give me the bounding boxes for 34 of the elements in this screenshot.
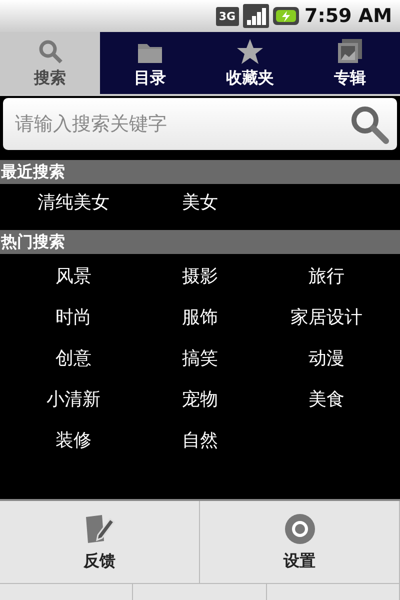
star-icon xyxy=(236,38,264,66)
search-term[interactable]: 宠物 xyxy=(147,387,253,413)
search-term[interactable]: 美食 xyxy=(253,387,400,413)
search-term[interactable]: 时尚 xyxy=(0,305,147,331)
search-field[interactable]: 请输入搜索关键字 xyxy=(3,98,397,150)
search-icon xyxy=(349,104,389,144)
search-term[interactable]: 旅行 xyxy=(253,264,400,290)
tab[interactable]: 收藏夹 xyxy=(200,32,300,94)
tab[interactable]: 专辑 xyxy=(300,32,400,94)
tab[interactable]: 目录 xyxy=(100,32,200,94)
menu-item[interactable]: 设置 xyxy=(200,501,400,583)
album-icon xyxy=(336,38,364,66)
battery-icon xyxy=(272,7,298,25)
search-term[interactable]: 清纯美女 xyxy=(0,190,147,216)
settings-icon xyxy=(284,512,316,544)
search-term[interactable]: 摄影 xyxy=(147,264,253,290)
menu-item[interactable]: 反馈 xyxy=(0,501,200,583)
search-term[interactable]: 创意 xyxy=(0,346,147,372)
tab[interactable]: 搜索 xyxy=(0,32,100,94)
section-header: 最近搜索 xyxy=(0,160,400,184)
signal-icon xyxy=(242,4,268,28)
section-header: 热门搜索 xyxy=(0,230,400,254)
search-term[interactable]: 动漫 xyxy=(253,346,400,372)
search-term[interactable]: 风景 xyxy=(0,264,147,290)
search-term[interactable]: 装修 xyxy=(0,428,147,454)
search-term[interactable]: 自然 xyxy=(147,428,253,454)
network-type: 3G xyxy=(216,6,238,26)
search-term[interactable]: 小清新 xyxy=(0,387,147,413)
clock-time: 7:59 AM xyxy=(304,5,392,27)
search-term[interactable]: 美女 xyxy=(147,190,253,216)
search-term[interactable]: 搞笑 xyxy=(147,346,253,372)
pencil-note-icon xyxy=(84,512,116,544)
search-term[interactable]: 家居设计 xyxy=(253,305,400,331)
search-term[interactable]: 服饰 xyxy=(147,305,253,331)
